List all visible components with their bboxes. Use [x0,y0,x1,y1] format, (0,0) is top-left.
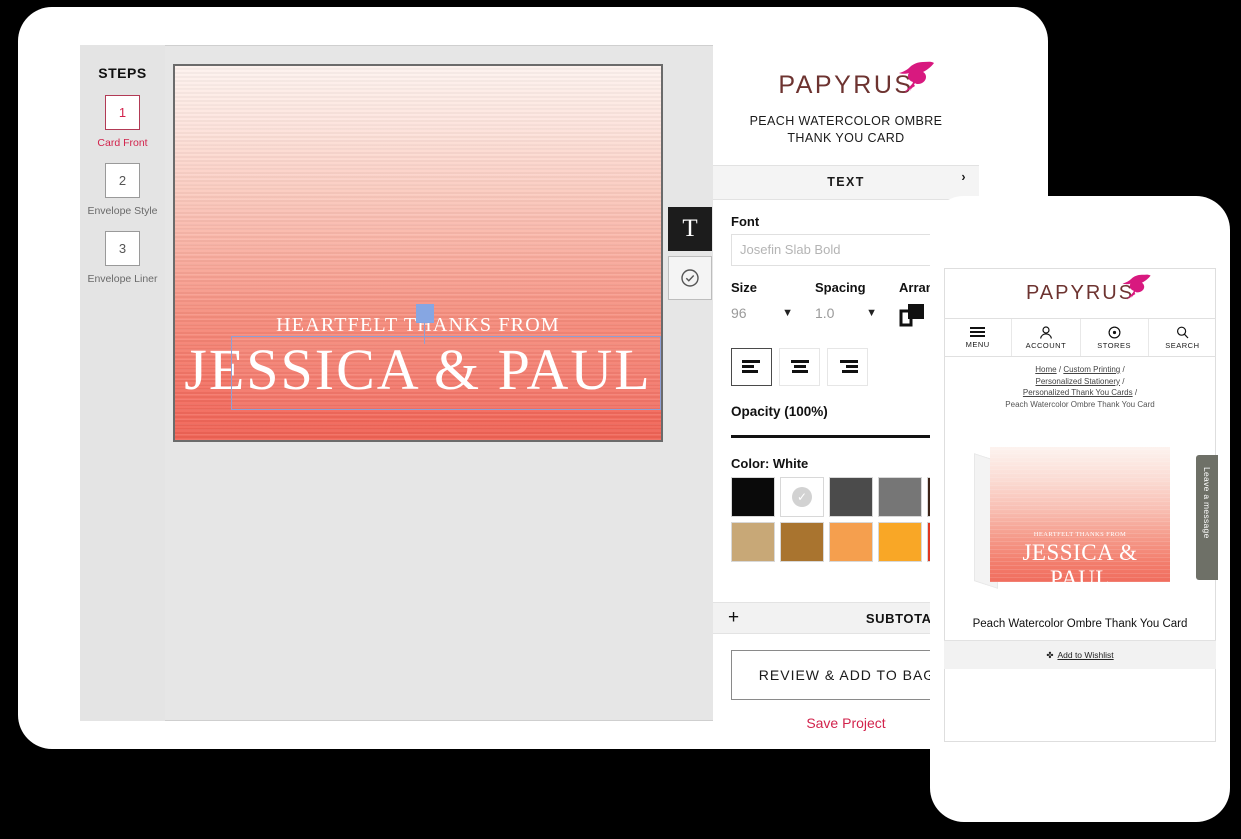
color-swatch-brown[interactable] [780,521,824,562]
brand-wordmark: PAPYRUS [778,71,914,99]
card-canvas[interactable]: HEARTFELT THANKS FROM JESSICA & PAUL [173,64,663,442]
step-label: Card Front [97,137,148,149]
card-text-line-2: JESSICA & PAUL [1022,539,1138,582]
breadcrumb-separator: / [1122,365,1125,374]
hamburger-menu-icon [970,326,986,337]
breadcrumb-link-personalized-stationery[interactable]: Personalized Stationery [1036,377,1121,386]
chevron-down-icon: ▼ [866,306,877,319]
spacing-label: Spacing [815,279,866,295]
brand-wordmark: PAPYRUS [1025,282,1135,304]
step-label: Envelope Liner [87,273,158,285]
canvas-tool-strip: T [668,207,712,300]
align-right-button[interactable] [827,347,868,386]
folded-card-preview: HEARTFELT THANKS FROM JESSICA & PAUL [974,446,1170,589]
color-swatch-white[interactable]: ✓ [780,476,824,517]
steps-sidebar: STEPS 1 Card Front 2 Envelope Style 3 En… [80,45,165,721]
check-icon: ✓ [792,486,812,507]
step-item-envelope-liner[interactable]: 3 Envelope Liner [80,231,165,285]
expand-plus-icon[interactable]: + [728,607,739,629]
bring-to-front-icon[interactable] [899,301,929,334]
step-number: 2 [105,163,140,198]
nav-label: SEARCH [1165,340,1200,350]
align-left-button[interactable] [731,347,772,386]
color-swatch-dark-gray[interactable] [829,476,873,517]
location-pin-icon [1108,325,1121,339]
breadcrumb: Home / Custom Printing / Personalized St… [944,357,1216,416]
check-circle-icon [681,269,699,287]
add-to-wishlist-label: Add to Wishlist [1057,650,1114,661]
nav-label: MENU [965,339,990,349]
section-header-label: TEXT [827,175,865,190]
color-swatch-amber[interactable] [878,521,922,562]
color-swatch-tan[interactable] [731,521,775,562]
panel-brand: PAPYRUS [713,45,979,100]
steps-title: STEPS [98,65,147,81]
selection-rotate-handle[interactable] [416,304,434,323]
nav-item-stores[interactable]: STORES [1081,319,1149,356]
phone-device-frame: PAPYRUS MENU ACCOUNT STORES SEARCH Home … [930,196,1230,822]
size-group: Size 96 ▼ [731,280,793,334]
breadcrumb-separator: / [1122,376,1125,386]
card-front-face: HEARTFELT THANKS FROM JESSICA & PAUL [990,446,1170,582]
chevron-down-icon: ▼ [782,306,793,319]
spacing-value: 1.0 [815,304,835,321]
search-icon [1176,326,1189,338]
nav-item-search[interactable]: SEARCH [1149,319,1216,356]
color-swatch-gray[interactable] [878,476,922,517]
step-number: 1 [105,95,140,130]
size-label: Size [731,279,758,295]
step-number: 3 [105,231,140,266]
breadcrumb-link-home[interactable]: Home [1035,365,1056,374]
selection-handle-stem [424,322,425,344]
leave-a-message-tab[interactable]: Leave a message [1196,455,1218,580]
text-selection-box[interactable] [231,336,661,410]
breadcrumb-current: Peach Watercolor Ombre Thank You Card [1005,399,1155,409]
color-swatch-light-orange[interactable] [829,521,873,562]
card-text-line-1: HEARTFELT THANKS FROM [1033,530,1127,538]
phone-product-image[interactable]: HEARTFELT THANKS FROM JESSICA & PAUL [944,416,1216,612]
align-center-button[interactable] [779,347,820,386]
breadcrumb-link-personalized-thank-you-cards[interactable]: Personalized Thank You Cards [1023,388,1133,397]
spacing-select[interactable]: 1.0 ▼ [815,300,877,326]
breadcrumb-separator: / [1134,388,1138,398]
font-input[interactable]: Josefin Slab Bold [731,233,961,266]
step-label: Envelope Style [87,205,158,217]
size-value: 96 [731,304,747,321]
color-swatch-black[interactable] [731,476,775,517]
tablet-screen: STEPS 1 Card Front 2 Envelope Style 3 En… [80,45,979,731]
wishlist-plus-icon: ✤ [1046,649,1054,660]
opacity-slider[interactable] [731,424,971,448]
confirm-tool-button[interactable] [668,256,712,300]
phone-nav-bar: MENU ACCOUNT STORES SEARCH [944,318,1216,357]
step-item-envelope-style[interactable]: 2 Envelope Style [80,163,165,217]
account-person-icon [1039,325,1052,339]
phone-screen: PAPYRUS MENU ACCOUNT STORES SEARCH Home … [944,268,1216,742]
phone-brand: PAPYRUS [944,268,1216,318]
step-item-card-front[interactable]: 1 Card Front [80,95,165,149]
review-add-to-bag-button[interactable]: REVIEW & ADD TO BAG [731,650,963,700]
nav-item-account[interactable]: ACCOUNT [1012,319,1081,356]
hummingbird-logo-icon [1120,274,1154,311]
breadcrumb-link-custom-printing[interactable]: Custom Printing [1063,365,1120,374]
hummingbird-logo-icon [896,61,938,106]
spacing-group: Spacing 1.0 ▼ [815,280,877,334]
nav-label: ACCOUNT [1025,340,1067,350]
add-to-wishlist-button[interactable]: ✤ Add to Wishlist [944,640,1216,670]
breadcrumb-separator: / [1058,365,1062,374]
tablet-device-frame: STEPS 1 Card Front 2 Envelope Style 3 En… [18,7,1048,749]
phone-product-title: Peach Watercolor Ombre Thank You Card [972,618,1188,631]
product-title: PEACH WATERCOLOR OMBRE THANK YOU CARD [749,114,943,145]
font-label: Font [731,213,760,229]
size-select[interactable]: 96 ▼ [731,300,793,326]
nav-label: STORES [1097,340,1131,350]
text-tool-button[interactable]: T [668,207,712,251]
chevron-right-icon[interactable]: › [961,170,967,184]
chat-tab-label: Leave a message [1202,467,1212,539]
section-header-text[interactable]: TEXT › [713,164,979,200]
nav-item-menu[interactable]: MENU [944,319,1013,356]
